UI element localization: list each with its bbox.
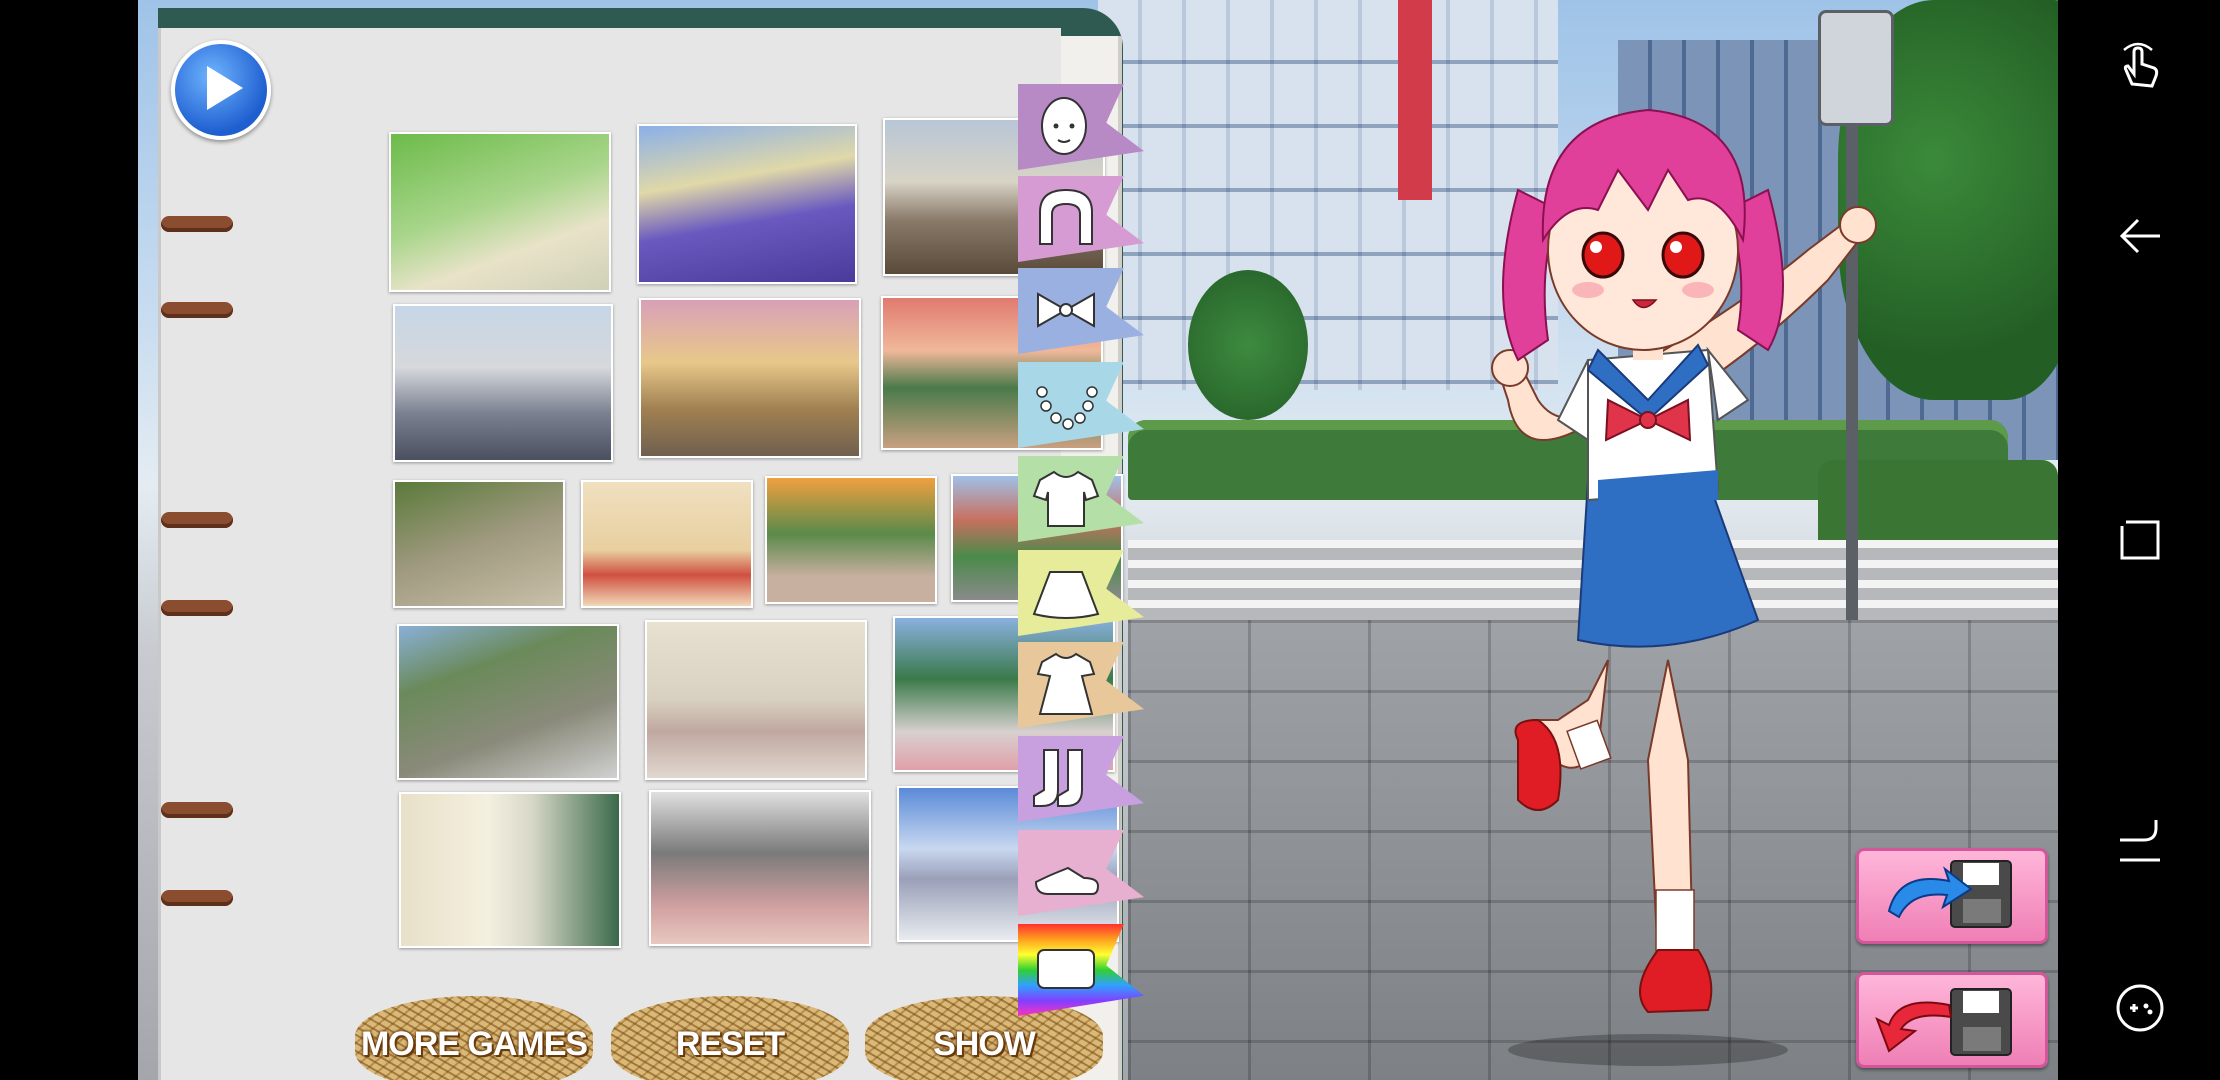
necklace-icon <box>1036 386 1098 430</box>
background-thumb-school-hallway[interactable] <box>645 620 867 780</box>
more-games-label: MORE GAMES <box>360 1024 588 1063</box>
tab-socks[interactable] <box>1018 736 1144 822</box>
face-icon <box>1041 97 1087 155</box>
tab-skirt[interactable] <box>1018 550 1144 636</box>
dress-icon <box>1036 652 1096 715</box>
save-load-button[interactable] <box>1856 848 2048 944</box>
system-nav-bar <box>2058 0 2220 1080</box>
tab-bow[interactable] <box>1018 268 1144 354</box>
rainbow-icon <box>1037 949 1095 989</box>
tab-hair[interactable] <box>1018 176 1144 262</box>
floppy-blue-arrow-icon <box>1887 860 2012 928</box>
hair-icon <box>1039 188 1093 245</box>
background-thumb-stone-slope[interactable] <box>393 480 565 608</box>
notebook-ring <box>161 302 233 318</box>
tab-top[interactable] <box>1018 456 1144 542</box>
skirt-icon <box>1032 571 1100 619</box>
background-thumb-tree-lined-path[interactable] <box>389 132 611 292</box>
shirt-icon <box>1032 470 1100 527</box>
background-thumb-station-plaza[interactable] <box>649 790 871 946</box>
rotate-icon[interactable] <box>2114 814 2166 866</box>
touch-gesture-icon[interactable] <box>2114 40 2166 92</box>
notebook-ring <box>161 216 233 232</box>
shoe-icon <box>1034 866 1100 895</box>
notebook-ring <box>161 890 233 906</box>
play-button[interactable] <box>171 40 271 140</box>
tab-color[interactable] <box>1018 924 1144 1016</box>
background-thumb-school-building-purple[interactable] <box>637 124 857 284</box>
notebook-ring <box>161 802 233 818</box>
save-restore-button[interactable] <box>1856 972 2048 1068</box>
reset-label: RESET <box>675 1024 785 1063</box>
game-viewport: MORE GAMES RESET SHOW <box>138 0 2058 1080</box>
tab-dress[interactable] <box>1018 642 1144 728</box>
floppy-red-arrow-icon <box>1875 988 2012 1056</box>
background-selector-panel: MORE GAMES RESET SHOW <box>158 28 1123 1080</box>
notebook-ring <box>161 512 233 528</box>
background-thumb-bedroom[interactable] <box>581 480 753 608</box>
gamepad-icon[interactable] <box>2114 982 2166 1034</box>
reset-button[interactable]: RESET <box>611 996 849 1080</box>
background-thumb-railroad-crossing[interactable] <box>393 304 613 462</box>
socks-icon <box>1033 749 1083 807</box>
tab-necklace[interactable] <box>1018 362 1144 448</box>
notebook-ring <box>161 600 233 616</box>
background-thumb-dusk-houses[interactable] <box>639 298 861 458</box>
play-icon <box>207 66 243 110</box>
background-thumb-school-corridor[interactable] <box>399 792 621 948</box>
back-icon[interactable] <box>2114 210 2166 262</box>
tab-face[interactable] <box>1018 84 1144 170</box>
bow-icon <box>1037 292 1095 328</box>
more-games-button[interactable]: MORE GAMES <box>355 996 593 1080</box>
tab-shoes[interactable] <box>1018 830 1144 916</box>
background-thumb-park-fountain[interactable] <box>765 476 937 604</box>
show-label: SHOW <box>933 1024 1036 1063</box>
recent-apps-icon[interactable] <box>2114 514 2166 566</box>
background-thumb-stone-wall[interactable] <box>397 624 619 780</box>
